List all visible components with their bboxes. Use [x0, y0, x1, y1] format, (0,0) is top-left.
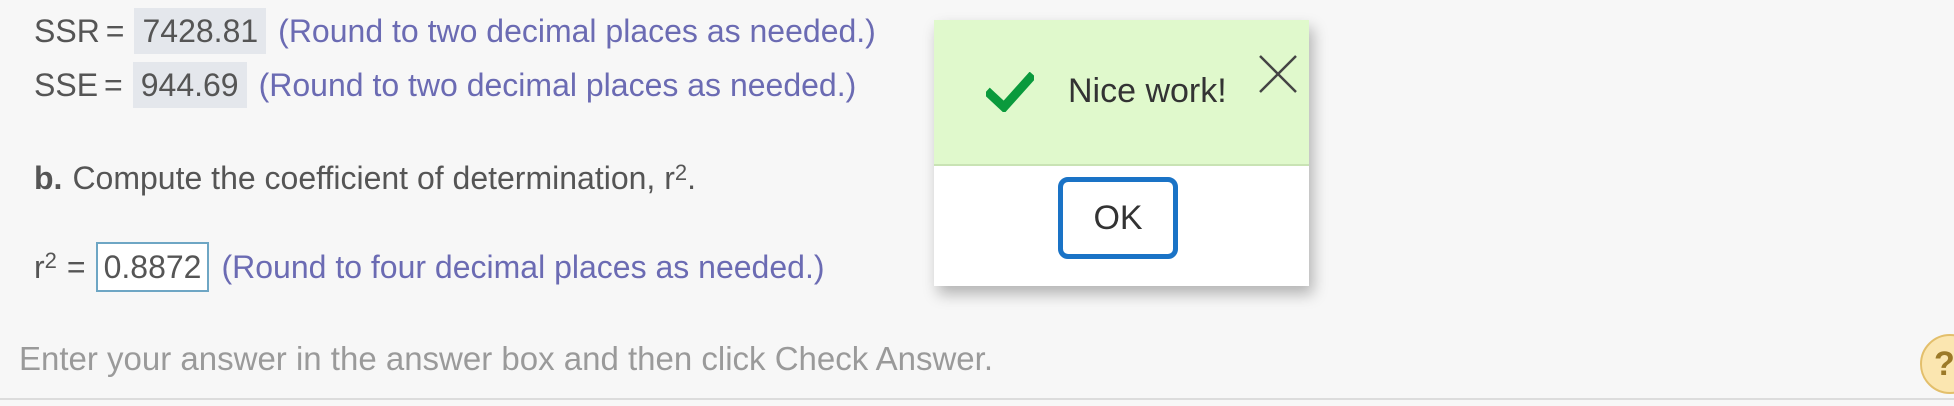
sse-label: SSE [34, 66, 99, 103]
feedback-dialog-header: Nice work! [934, 20, 1309, 166]
footer-instruction: Enter your answer in the answer box and … [19, 340, 993, 377]
sse-row: SSE = 944.69 (Round to two decimal place… [34, 62, 857, 109]
r-squared-row: r 2 = 0.8872 (Round to four decimal plac… [34, 242, 825, 293]
ssr-row: SSR = 7428.81 (Round to two decimal plac… [34, 8, 876, 55]
sse-rounding-hint: (Round to two decimal places as needed.) [258, 66, 857, 103]
ssr-label: SSR [34, 12, 100, 49]
help-question-icon: ? [1934, 344, 1954, 383]
checkmark-icon [986, 72, 1034, 112]
part-b-prompt: Compute the coefficient of determination… [72, 160, 675, 196]
feedback-dialog: Nice work! OK [934, 20, 1309, 286]
part-b-letter: b. [34, 160, 63, 196]
sse-equals: = [104, 66, 123, 103]
r-squared-answer-field[interactable]: 0.8872 [95, 242, 210, 293]
close-icon[interactable] [1256, 52, 1300, 96]
r-squared-base: r [34, 248, 45, 285]
ssr-answer-field[interactable]: 7428.81 [134, 8, 267, 55]
ssr-equals: = [105, 12, 125, 49]
ssr-rounding-hint: (Round to two decimal places as needed.) [278, 12, 876, 49]
r-squared-equals: = [66, 248, 86, 285]
feedback-message: Nice work! [1068, 72, 1227, 110]
part-b-period: . [687, 160, 696, 196]
r-squared-rounding-hint: (Round to four decimal places as needed.… [221, 248, 825, 285]
sse-answer-field[interactable]: 944.69 [132, 62, 247, 109]
part-b-question: b. Compute the coefficient of determinat… [34, 159, 696, 196]
footer-divider [0, 398, 1954, 400]
ok-button[interactable]: OK [1058, 177, 1178, 259]
help-button[interactable]: ? [1920, 334, 1954, 394]
